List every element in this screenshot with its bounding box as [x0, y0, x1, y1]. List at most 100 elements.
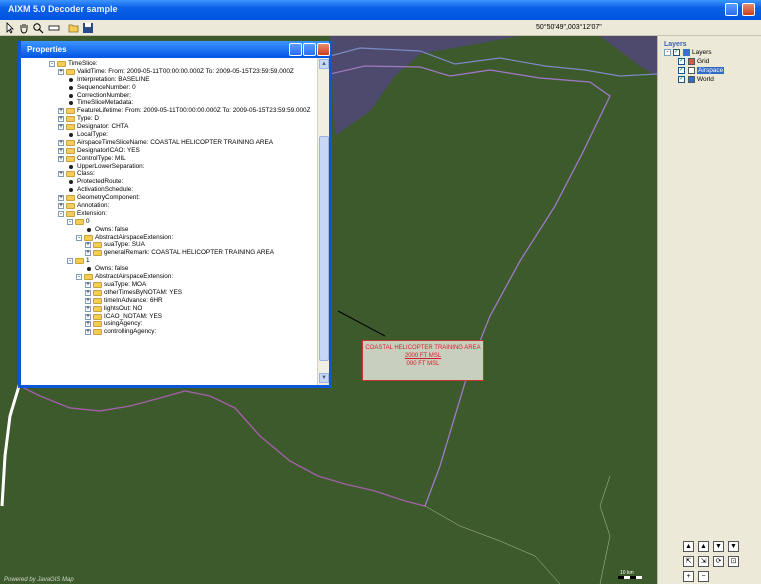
tree-row[interactable]: UpperLowerSeparation: [21, 163, 317, 171]
expand-icon[interactable]: + [85, 297, 91, 304]
tree-row[interactable]: + suaType: SUA [21, 241, 317, 249]
app-title-bar: AIXM 5.0 Decoder sample [0, 0, 761, 20]
tree-row[interactable]: + AirspaceTimeSliceName: COASTAL HELICOPT… [21, 139, 317, 147]
scroll-thumb[interactable] [319, 136, 329, 361]
tree-row[interactable]: + Designator: CHTA [21, 123, 317, 131]
layer-checkbox[interactable] [678, 57, 685, 65]
collapse-icon[interactable]: - [76, 234, 82, 241]
tree-row[interactable]: + otherTimesByNOTAM: YES [21, 289, 317, 297]
expand-icon[interactable]: + [85, 313, 91, 320]
tree-row[interactable]: SequenceNumber: 0 [21, 84, 317, 92]
tree-row[interactable]: ActivationSchedule: [21, 186, 317, 194]
tool-b-button[interactable]: ⇲ [698, 556, 709, 567]
tree-row-label: suaType: SUA [104, 241, 145, 249]
collapse-icon[interactable]: - [76, 274, 82, 281]
expand-icon[interactable]: + [58, 195, 64, 202]
tree-row[interactable]: -0 [21, 218, 317, 226]
expand-icon[interactable]: + [85, 242, 91, 249]
tool-a-button[interactable]: ⇱ [683, 556, 694, 567]
tree-row[interactable]: + usingAgency: [21, 320, 317, 328]
collapse-icon[interactable]: - [664, 49, 671, 56]
tree-row[interactable]: + Annotation: [21, 202, 317, 210]
pan-hand-icon[interactable] [18, 22, 30, 34]
collapse-icon[interactable]: - [67, 258, 73, 265]
zoom-out-button[interactable]: − [698, 571, 709, 582]
expand-icon[interactable]: + [58, 203, 64, 210]
tree-row[interactable]: + FeatureLifetime: From: 2009-05-11T00:00… [21, 107, 317, 115]
expand-icon[interactable]: + [85, 281, 91, 288]
expand-icon[interactable]: + [85, 321, 91, 328]
expand-icon[interactable]: + [85, 305, 91, 312]
tree-row[interactable]: -1 [21, 257, 317, 265]
properties-maximize-button[interactable] [303, 43, 316, 56]
tree-row[interactable]: Owns: false [21, 226, 317, 234]
minimize-button[interactable] [725, 3, 738, 16]
open-folder-icon[interactable] [68, 22, 80, 34]
tree-row[interactable]: + Type: D [21, 115, 317, 123]
properties-minimize-button[interactable] [289, 43, 302, 56]
tree-row[interactable]: TimeSliceMetadata: [21, 99, 317, 107]
tree-row[interactable]: ProtectedRoute: [21, 178, 317, 186]
zoom-icon[interactable] [32, 22, 44, 34]
measure-icon[interactable] [48, 22, 60, 34]
pan-up-button[interactable]: ▲ [683, 541, 694, 552]
collapse-icon[interactable]: - [67, 218, 73, 225]
tree-row[interactable]: Interpretation: BASELINE [21, 76, 317, 84]
folder-icon [93, 305, 102, 312]
scroll-down-button[interactable]: ▼ [319, 373, 329, 383]
expand-icon[interactable]: + [58, 124, 64, 131]
tree-row[interactable]: + ControlType: MIL [21, 155, 317, 163]
tree-row[interactable]: + DesignatorICAO: YES [21, 147, 317, 155]
expand-icon[interactable]: + [58, 147, 64, 154]
expand-icon[interactable]: + [85, 250, 91, 257]
tree-row[interactable]: - AbstractAirspaceExtension: [21, 234, 317, 242]
tree-row[interactable]: + timeInAdvance: 6HR [21, 297, 317, 305]
zoom-extent-button[interactable]: ⊡ [728, 556, 739, 567]
folder-icon [66, 147, 75, 154]
expand-icon[interactable]: + [58, 155, 64, 162]
tree-row-label: 1 [86, 257, 90, 265]
layers-root-checkbox[interactable] [673, 48, 680, 56]
tree-row[interactable]: LocalType: [21, 131, 317, 139]
tree-row[interactable]: + GeometryComponent: [21, 194, 317, 202]
layer-checkbox[interactable] [678, 66, 685, 74]
tree-row[interactable]: - AbstractAirspaceExtension: [21, 273, 317, 281]
expand-icon[interactable]: + [85, 329, 91, 336]
tree-row[interactable]: CorrectionNumber: [21, 92, 317, 100]
expand-icon[interactable]: + [58, 108, 64, 115]
expand-icon[interactable]: + [58, 68, 64, 75]
tree-row[interactable]: + Class: [21, 170, 317, 178]
tree-row[interactable]: Owns: false [21, 265, 317, 273]
tree-row[interactable]: + controllingAgency: [21, 328, 317, 336]
close-button[interactable] [742, 3, 755, 16]
properties-tree[interactable]: - TimeSlice: + ValidTime: From: 2009-05-11T… [21, 58, 317, 385]
tree-row[interactable]: + lightsOut: NO [21, 305, 317, 313]
expand-icon[interactable]: + [58, 116, 64, 123]
tree-row[interactable]: + suaType: MOA [21, 281, 317, 289]
pointer-icon[interactable] [4, 22, 16, 34]
expand-icon[interactable]: + [58, 139, 64, 146]
pan-down-button[interactable]: ▼ [713, 541, 724, 552]
collapse-icon[interactable]: - [49, 61, 55, 67]
tree-row[interactable]: + generalRemark: COASTAL HELICOPTER TRAIN… [21, 249, 317, 257]
folder-icon [93, 321, 102, 328]
refresh-button[interactable]: ⟳ [713, 556, 724, 567]
layer-checkbox[interactable] [678, 75, 685, 83]
folder-icon [66, 68, 75, 75]
folder-icon [75, 218, 84, 225]
expand-icon[interactable]: + [85, 289, 91, 296]
pan-up-right-button[interactable]: ▲ [698, 541, 709, 552]
properties-scrollbar[interactable]: ▲ ▼ [317, 58, 329, 385]
collapse-icon[interactable]: - [58, 210, 64, 217]
expand-icon[interactable]: + [58, 171, 64, 178]
save-icon[interactable] [82, 22, 94, 34]
tree-row[interactable]: + ICAO_NOTAM: YES [21, 313, 317, 321]
scroll-up-button[interactable]: ▲ [319, 59, 329, 69]
tree-row[interactable]: + ValidTime: From: 2009-05-11T00:00:00.00… [21, 68, 317, 76]
properties-title-bar[interactable]: Properties [21, 41, 330, 58]
zoom-in-button[interactable]: + [683, 571, 694, 582]
pan-down-right-button[interactable]: ▼ [728, 541, 739, 552]
properties-close-button[interactable] [317, 43, 330, 56]
tree-row[interactable]: - TimeSlice: [21, 60, 317, 68]
tree-row[interactable]: - Extension: [21, 210, 317, 218]
